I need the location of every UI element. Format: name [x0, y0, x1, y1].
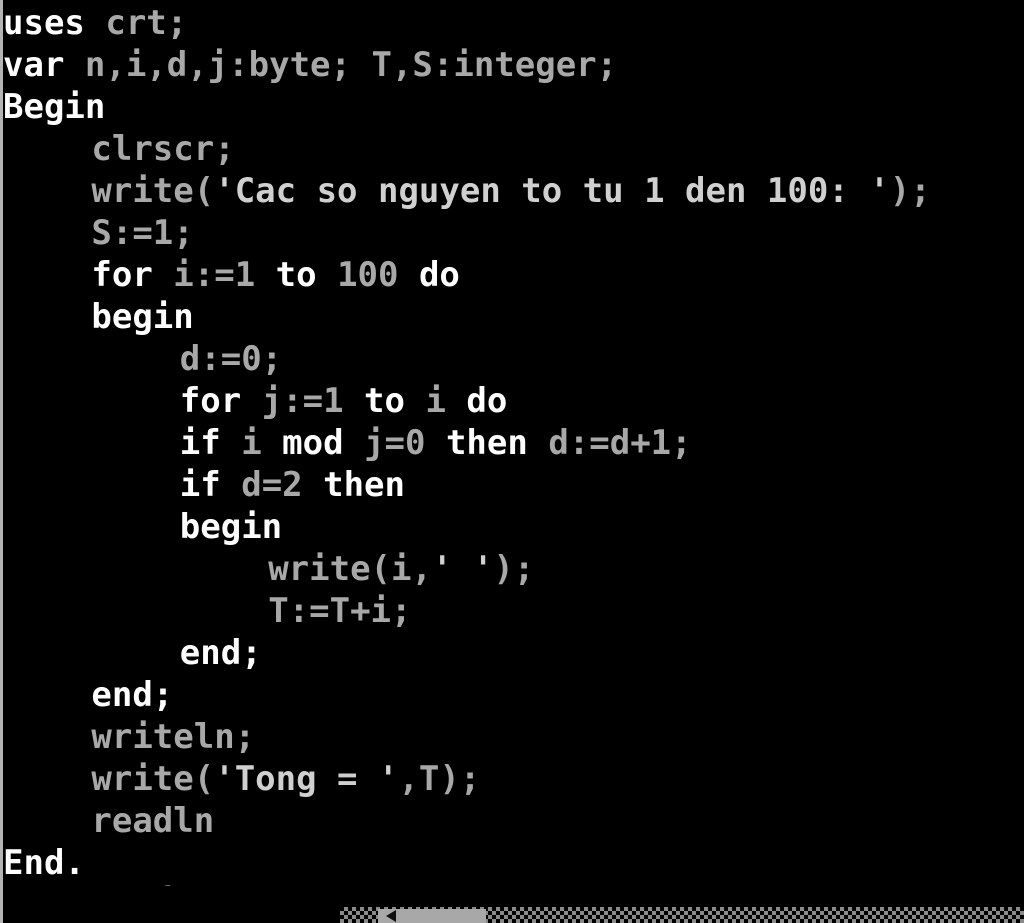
code-line[interactable]: end;	[180, 632, 262, 674]
code-token-id: writeln;	[91, 717, 256, 757]
code-token-kw: for	[91, 255, 174, 295]
code-line[interactable]: var n,i,d,j:byte; T,S:integer;	[3, 44, 617, 86]
code-line[interactable]: write('Tong = ',T);	[91, 758, 480, 800]
code-line[interactable]: if d=2 then	[180, 464, 405, 506]
code-token-id: );	[493, 549, 535, 589]
code-line[interactable]: write(i,' ');	[268, 548, 534, 590]
code-token-id: S:=1;	[91, 213, 194, 253]
code-token-id: j=0	[364, 423, 446, 463]
horizontal-scrollbar[interactable]	[340, 907, 1024, 923]
code-editor-area[interactable]: uses crt; var n,i,d,j:byte; T,S:integer; B…	[0, 0, 1024, 900]
code-token-kw: for	[179, 381, 262, 421]
code-token-kw: do	[418, 255, 460, 295]
code-token-str: 'Tong = '	[214, 759, 399, 799]
code-token-kw: to	[275, 255, 338, 295]
code-token-kw: do	[466, 381, 508, 421]
code-token-str: 'Cac so nguyen to tu 1 den 100: '	[214, 171, 890, 211]
code-token-kw: if	[179, 465, 242, 505]
turbo-pascal-editor-window: uses crt; var n,i,d,j:byte; T,S:integer; B…	[0, 0, 1024, 923]
code-line[interactable]: readln	[91, 800, 214, 842]
code-token-id: T:=T+i;	[268, 591, 412, 631]
code-token-kw: var	[3, 45, 85, 85]
code-token-kw: to	[364, 381, 426, 421]
code-line[interactable]: End.	[3, 842, 85, 884]
code-token-id: clrscr;	[91, 129, 235, 169]
code-token-kw: if	[179, 423, 242, 463]
code-token-id: d=2	[241, 465, 324, 505]
code-token-id: );	[889, 171, 931, 211]
code-line[interactable]: uses crt;	[3, 2, 187, 44]
code-line[interactable]: end;	[91, 674, 173, 716]
code-token-id: d:=0;	[179, 339, 283, 379]
code-token-id: readln	[91, 801, 215, 841]
code-line[interactable]: write('Cac so nguyen to tu 1 den 100: ')…	[91, 170, 930, 212]
code-token-id: j:=1	[261, 381, 365, 421]
code-line[interactable]: if i mod j=0 then d:=d+1;	[180, 422, 692, 464]
code-token-kw: uses	[3, 3, 106, 43]
code-line[interactable]: T:=T+i;	[268, 590, 411, 632]
code-token-str: ' '	[431, 549, 494, 589]
code-token-id: d:=d+1;	[548, 423, 692, 463]
code-token-kw: then	[445, 423, 549, 463]
code-line[interactable]: begin	[91, 296, 193, 338]
code-line[interactable]: writeln;	[91, 716, 255, 758]
code-token-kw: then	[323, 465, 405, 505]
code-token-id: write(	[91, 759, 215, 799]
code-line[interactable]: S:=1;	[91, 212, 193, 254]
code-token-id: write(	[91, 171, 215, 211]
code-token-kw: Begin	[3, 87, 106, 127]
code-line[interactable]: begin	[180, 506, 282, 548]
code-token-id: i	[241, 423, 283, 463]
code-token-id: i	[425, 381, 467, 421]
code-token-kw: begin	[91, 297, 194, 337]
code-token-id: crt;	[105, 3, 188, 43]
code-token-kw: end;	[179, 633, 262, 673]
code-token-id: write(i,	[268, 549, 432, 589]
code-token-kw: End.	[3, 843, 85, 883]
code-line[interactable]: d:=0;	[180, 338, 282, 380]
code-token-kw: end;	[91, 675, 174, 715]
code-line[interactable]: for j:=1 to i do	[180, 380, 508, 422]
code-token-id: i:=1	[173, 255, 276, 295]
code-token-kw: begin	[179, 507, 283, 547]
left-arrow-icon[interactable]	[386, 910, 396, 922]
code-token-id: ,T);	[398, 759, 481, 799]
code-line[interactable]: clrscr;	[91, 128, 234, 170]
code-token-num: 100	[337, 255, 419, 295]
code-token-id: n,i,d,j:byte; T,S:integer;	[84, 45, 618, 85]
code-line[interactable]: Begin	[3, 86, 105, 128]
code-token-kw: mod	[282, 423, 365, 463]
code-line[interactable]: for i:=1 to 100 do	[91, 254, 460, 296]
